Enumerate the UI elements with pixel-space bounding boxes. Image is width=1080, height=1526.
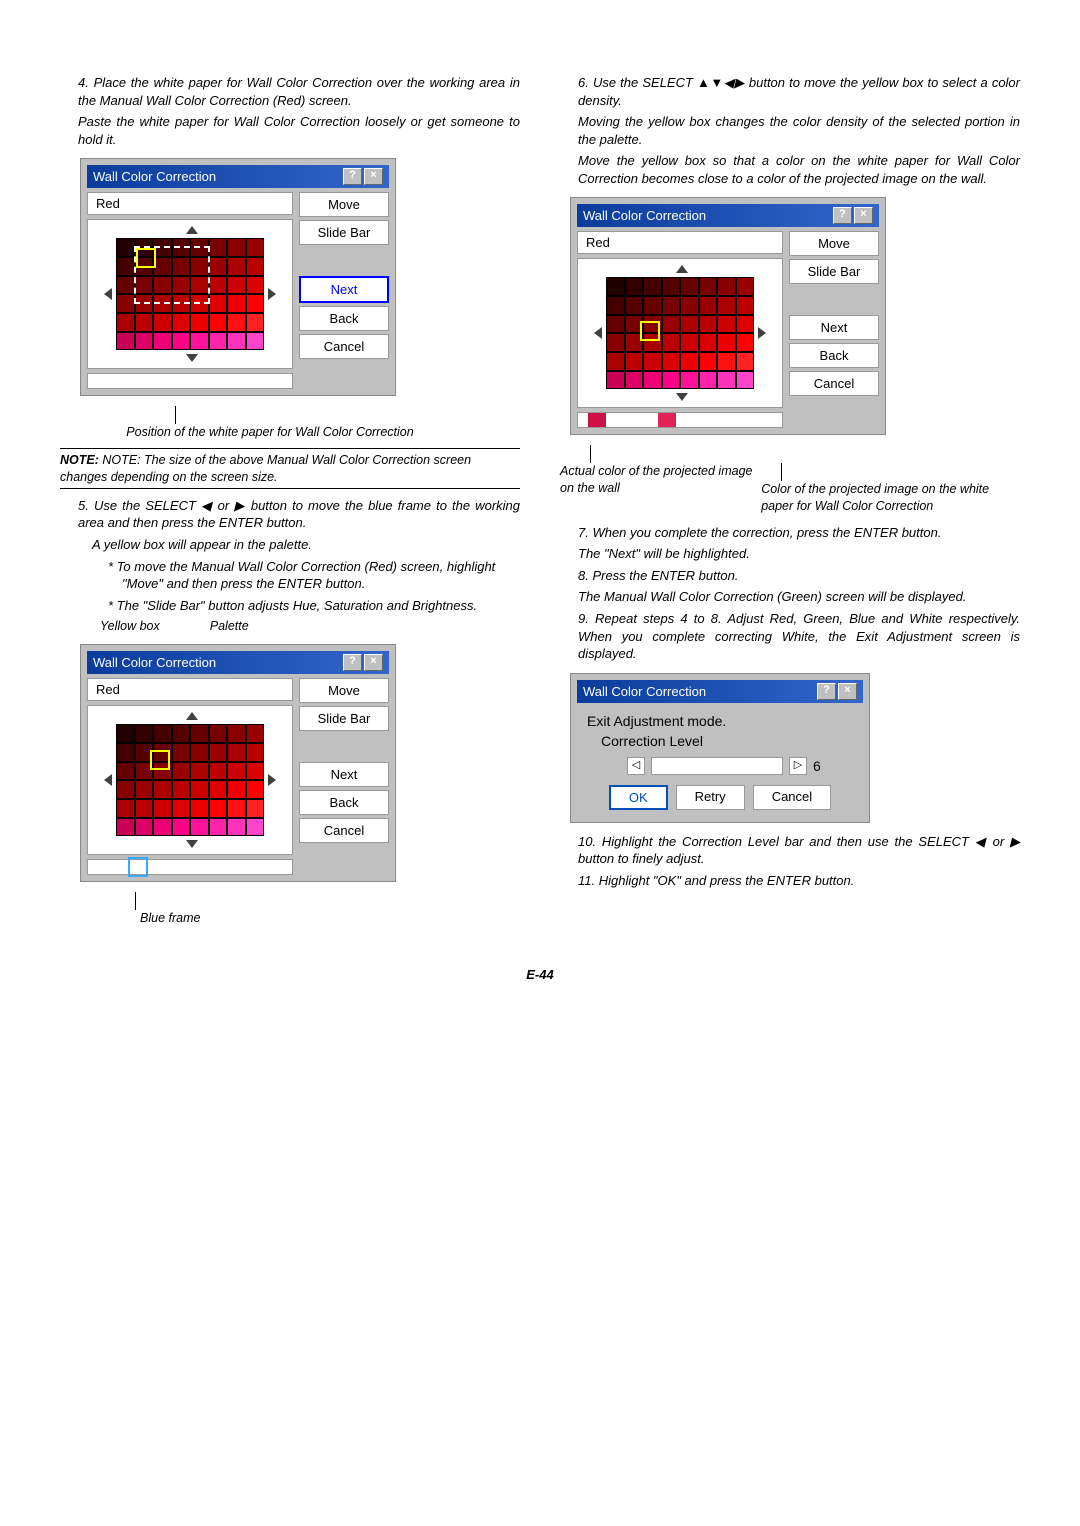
step-6c: Move the yellow box so that a color on t… [560, 152, 1020, 187]
back-button[interactable]: Back [299, 790, 389, 815]
move-button[interactable]: Move [299, 192, 389, 217]
dialog-titlebar: Wall Color Correction ? × [577, 204, 879, 227]
arrow-down-icon[interactable] [676, 393, 688, 401]
arrow-down-icon[interactable] [186, 840, 198, 848]
step-6b: Moving the yellow box changes the color … [560, 113, 1020, 148]
step-7b: The "Next" will be highlighted. [560, 545, 1020, 563]
dialog-title-text: Wall Color Correction [93, 655, 216, 670]
close-icon[interactable]: × [838, 683, 857, 700]
correction-level-bar[interactable] [651, 757, 783, 775]
arrow-right-icon[interactable] [268, 288, 276, 300]
arrow-left-icon[interactable] [104, 288, 112, 300]
exit-line2: Correction Level [601, 733, 853, 749]
yellow-selection-box [136, 248, 156, 268]
swatch-projected-color [658, 413, 676, 427]
arrow-down-icon[interactable] [186, 354, 198, 362]
dialog-exit-adjustment: Wall Color Correction ? × Exit Adjustmen… [570, 673, 870, 823]
arrow-right-icon[interactable] [758, 327, 766, 339]
step-5d: * The "Slide Bar" button adjusts Hue, Sa… [108, 597, 520, 615]
ok-button[interactable]: OK [609, 785, 668, 810]
caption-paper-position: Position of the white paper for Wall Col… [20, 424, 520, 440]
arrow-left-icon[interactable] [104, 774, 112, 786]
step-5c: * To move the Manual Wall Color Correcti… [108, 558, 520, 593]
yellow-selection-box [150, 750, 170, 770]
color-label: Red [87, 678, 293, 701]
dialog-titlebar: Wall Color Correction ? × [577, 680, 863, 703]
dialog-titlebar: Wall Color Correction ? × [87, 165, 389, 188]
exit-line1: Exit Adjustment mode. [587, 713, 853, 729]
arrow-right-icon[interactable] [268, 774, 276, 786]
dialog-footer [577, 412, 783, 428]
back-button[interactable]: Back [789, 343, 879, 368]
step-4a: 4. Place the white paper for Wall Color … [60, 74, 520, 109]
arrow-up-icon[interactable] [186, 226, 198, 234]
close-icon[interactable]: × [364, 168, 383, 185]
level-right-arrow[interactable]: ▷ [789, 757, 807, 775]
step-8b: The Manual Wall Color Correction (Green)… [560, 588, 1020, 606]
palette-grid [606, 277, 754, 389]
step-6a: 6. Use the SELECT ▲▼◀▶ button to move th… [560, 74, 1020, 109]
note-text: NOTE: NOTE: The size of the above Manual… [60, 448, 520, 489]
move-button[interactable]: Move [789, 231, 879, 256]
dialog-title-text: Wall Color Correction [583, 684, 706, 699]
dialog-wall-color-3: Wall Color Correction ? × Red [570, 197, 886, 435]
step-8a: 8. Press the ENTER button. [560, 567, 1020, 585]
arrow-up-icon[interactable] [186, 712, 198, 720]
help-icon[interactable]: ? [833, 207, 852, 224]
cancel-button[interactable]: Cancel [299, 334, 389, 359]
retry-button[interactable]: Retry [676, 785, 745, 810]
back-button[interactable]: Back [299, 306, 389, 331]
step-5a: 5. Use the SELECT ◀ or ▶ button to move … [60, 497, 520, 532]
annot-palette: Palette [210, 618, 249, 634]
color-label: Red [87, 192, 293, 215]
slidebar-button[interactable]: Slide Bar [299, 220, 389, 245]
move-button[interactable]: Move [299, 678, 389, 703]
help-icon[interactable]: ? [343, 168, 362, 185]
close-icon[interactable]: × [854, 207, 873, 224]
next-button[interactable]: Next [299, 276, 389, 303]
swatch-actual-color [588, 413, 606, 427]
dialog-footer [87, 373, 293, 389]
step-5b: A yellow box will appear in the palette. [92, 536, 520, 554]
cancel-button[interactable]: Cancel [789, 371, 879, 396]
step-7a: 7. When you complete the correction, pre… [560, 524, 1020, 542]
next-button[interactable]: Next [299, 762, 389, 787]
help-icon[interactable]: ? [817, 683, 836, 700]
slidebar-button[interactable]: Slide Bar [299, 706, 389, 731]
close-icon[interactable]: × [364, 654, 383, 671]
dialog-titlebar: Wall Color Correction ? × [87, 651, 389, 674]
annot-yellow-box: Yellow box [100, 618, 160, 634]
annot-blue-frame: Blue frame [140, 910, 520, 926]
palette-grid [116, 724, 264, 836]
caption-projected-color: Color of the projected image on the whit… [761, 481, 1020, 514]
dialog-footer [87, 859, 293, 875]
arrow-left-icon[interactable] [594, 327, 602, 339]
correction-level-row: ◁ ▷ 6 [627, 757, 853, 775]
blue-frame-indicator [128, 857, 148, 877]
arrow-up-icon[interactable] [676, 265, 688, 273]
step-10: 10. Highlight the Correction Level bar a… [560, 833, 1020, 868]
step-9: 9. Repeat steps 4 to 8. Adjust Red, Gree… [560, 610, 1020, 663]
dialog-wall-color-2: Wall Color Correction ? × Red [80, 644, 396, 882]
step-11: 11. Highlight "OK" and press the ENTER b… [560, 872, 1020, 890]
step-4b: Paste the white paper for Wall Color Cor… [60, 113, 520, 148]
page-number: E-44 [60, 967, 1020, 982]
cancel-button[interactable]: Cancel [753, 785, 831, 810]
yellow-selection-box [640, 321, 660, 341]
palette-area[interactable] [87, 219, 293, 369]
level-left-arrow[interactable]: ◁ [627, 757, 645, 775]
caption-actual-color: Actual color of the projected image on t… [560, 463, 753, 496]
next-button[interactable]: Next [789, 315, 879, 340]
palette-area[interactable] [87, 705, 293, 855]
palette-area[interactable] [577, 258, 783, 408]
dialog-wall-color-1: Wall Color Correction ? × Red [80, 158, 396, 396]
cancel-button[interactable]: Cancel [299, 818, 389, 843]
help-icon[interactable]: ? [343, 654, 362, 671]
slidebar-button[interactable]: Slide Bar [789, 259, 879, 284]
dialog-title-text: Wall Color Correction [583, 208, 706, 223]
dialog-title-text: Wall Color Correction [93, 169, 216, 184]
color-label: Red [577, 231, 783, 254]
correction-level-value: 6 [813, 758, 833, 774]
